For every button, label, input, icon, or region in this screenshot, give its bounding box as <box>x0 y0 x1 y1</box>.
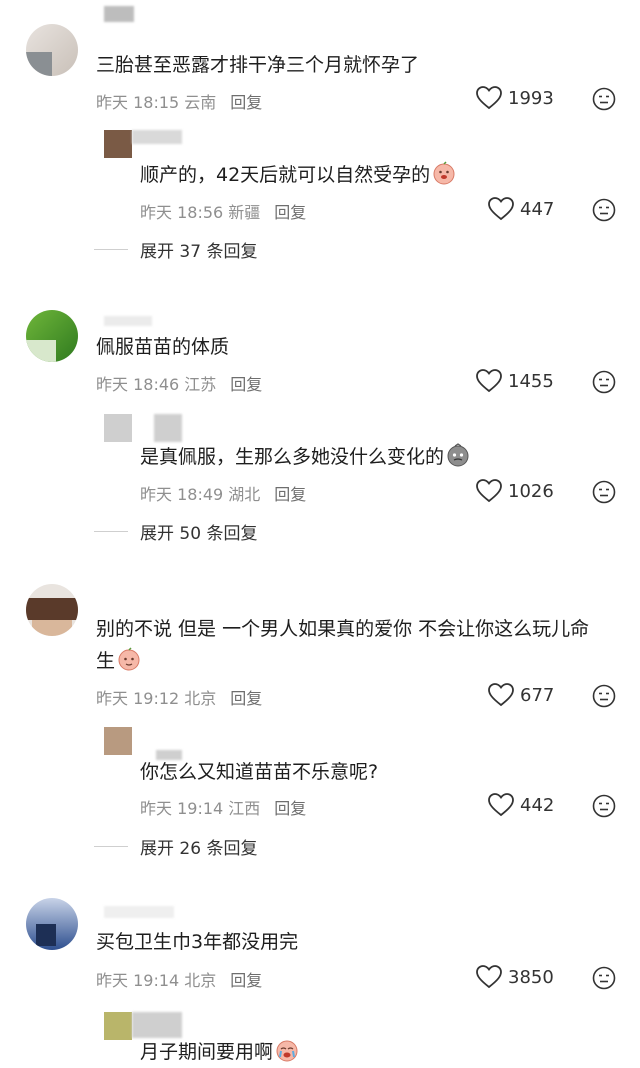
reply-avatar[interactable] <box>104 414 132 442</box>
comment-text: 佩服苗苗的体质 <box>96 336 230 358</box>
username-redacted <box>132 130 182 144</box>
username-redacted <box>104 6 134 22</box>
reply-meta: 昨天 18:49 湖北 回复 <box>140 485 307 504</box>
reply-avatar[interactable] <box>104 1012 132 1040</box>
like-count: 447 <box>520 198 555 220</box>
comment-text-line-2: 生 <box>96 645 141 677</box>
reply-button[interactable]: 回复 <box>230 93 262 112</box>
reply-text: 月子期间要用啊 <box>140 1036 299 1068</box>
comment-text-line-1: 别的不说 但是 一个男人如果真的爱你 不会让你这么玩儿命 <box>96 618 590 640</box>
username-redacted <box>132 1012 182 1038</box>
dislike-face-icon[interactable] <box>592 87 616 111</box>
like-button[interactable]: 447 <box>488 197 554 221</box>
divider <box>94 846 128 847</box>
emoji-icon <box>118 647 140 671</box>
expand-replies-button[interactable]: 展开 26 条回复 <box>94 834 257 859</box>
expand-replies-button[interactable]: 展开 37 条回复 <box>94 237 257 262</box>
heart-icon <box>476 479 502 503</box>
comment-time-location: 昨天 18:15 云南 <box>96 93 217 112</box>
reply-button[interactable]: 回复 <box>274 799 306 818</box>
like-count: 442 <box>520 794 555 816</box>
like-button[interactable]: 677 <box>488 683 554 707</box>
username-redacted <box>154 414 182 442</box>
reply-button[interactable]: 回复 <box>230 971 262 990</box>
emoji-icon <box>447 443 469 467</box>
reply-button[interactable]: 回复 <box>230 375 262 394</box>
like-count: 3850 <box>508 966 554 988</box>
reply-button[interactable]: 回复 <box>230 689 262 708</box>
like-button[interactable]: 1993 <box>476 86 554 110</box>
reply-avatar[interactable] <box>104 130 132 158</box>
like-button[interactable]: 442 <box>488 793 554 817</box>
comment-meta: 昨天 18:15 云南 回复 <box>96 89 262 113</box>
reply-button[interactable]: 回复 <box>274 485 306 504</box>
divider <box>94 249 128 250</box>
dislike-face-icon[interactable] <box>592 370 616 394</box>
comment-text: 买包卫生巾3年都没用完 <box>96 931 299 953</box>
reply-avatar[interactable] <box>104 727 132 755</box>
username-redacted <box>104 906 174 918</box>
like-count: 1026 <box>508 480 554 502</box>
like-count: 1993 <box>508 87 554 109</box>
heart-icon <box>476 86 502 110</box>
reply-text: 你怎么又知道苗苗不乐意呢? <box>140 761 379 783</box>
reply-button[interactable]: 回复 <box>274 203 306 222</box>
heart-icon <box>476 369 502 393</box>
avatar[interactable] <box>26 584 78 636</box>
avatar[interactable] <box>26 310 78 362</box>
like-button[interactable]: 1026 <box>476 479 554 503</box>
dislike-face-icon[interactable] <box>592 684 616 708</box>
emoji-icon <box>276 1040 298 1062</box>
avatar[interactable] <box>26 24 78 76</box>
heart-icon <box>488 197 514 221</box>
reply-text: 顺产的，42天后就可以自然受孕的 <box>140 159 456 191</box>
heart-icon <box>476 965 502 989</box>
like-button[interactable]: 3850 <box>476 965 554 989</box>
dislike-face-icon[interactable] <box>592 198 616 222</box>
heart-icon <box>488 793 514 817</box>
comment-meta: 昨天 18:46 江苏 回复 <box>96 375 263 394</box>
like-button[interactable]: 1455 <box>476 369 554 393</box>
emoji-icon <box>433 161 455 185</box>
reply-meta: 昨天 19:14 江西 回复 <box>140 799 307 818</box>
reply-text: 是真佩服，生那么多她没什么变化的 <box>140 441 470 473</box>
expand-replies-button[interactable]: 展开 50 条回复 <box>94 519 257 544</box>
username-redacted <box>104 316 152 326</box>
heart-icon <box>488 683 514 707</box>
like-count: 1455 <box>508 370 554 392</box>
dislike-face-icon[interactable] <box>592 966 616 990</box>
comment-meta: 昨天 19:14 北京 回复 <box>96 971 263 990</box>
comment-meta: 昨天 19:12 北京 回复 <box>96 689 263 708</box>
divider <box>94 531 128 532</box>
dislike-face-icon[interactable] <box>592 794 616 818</box>
dislike-face-icon[interactable] <box>592 480 616 504</box>
reply-meta: 昨天 18:56 新疆 回复 <box>140 203 307 222</box>
avatar[interactable] <box>26 898 78 950</box>
comment-text: 三胎甚至恶露才排干净三个月就怀孕了 <box>96 54 420 76</box>
like-count: 677 <box>520 684 555 706</box>
